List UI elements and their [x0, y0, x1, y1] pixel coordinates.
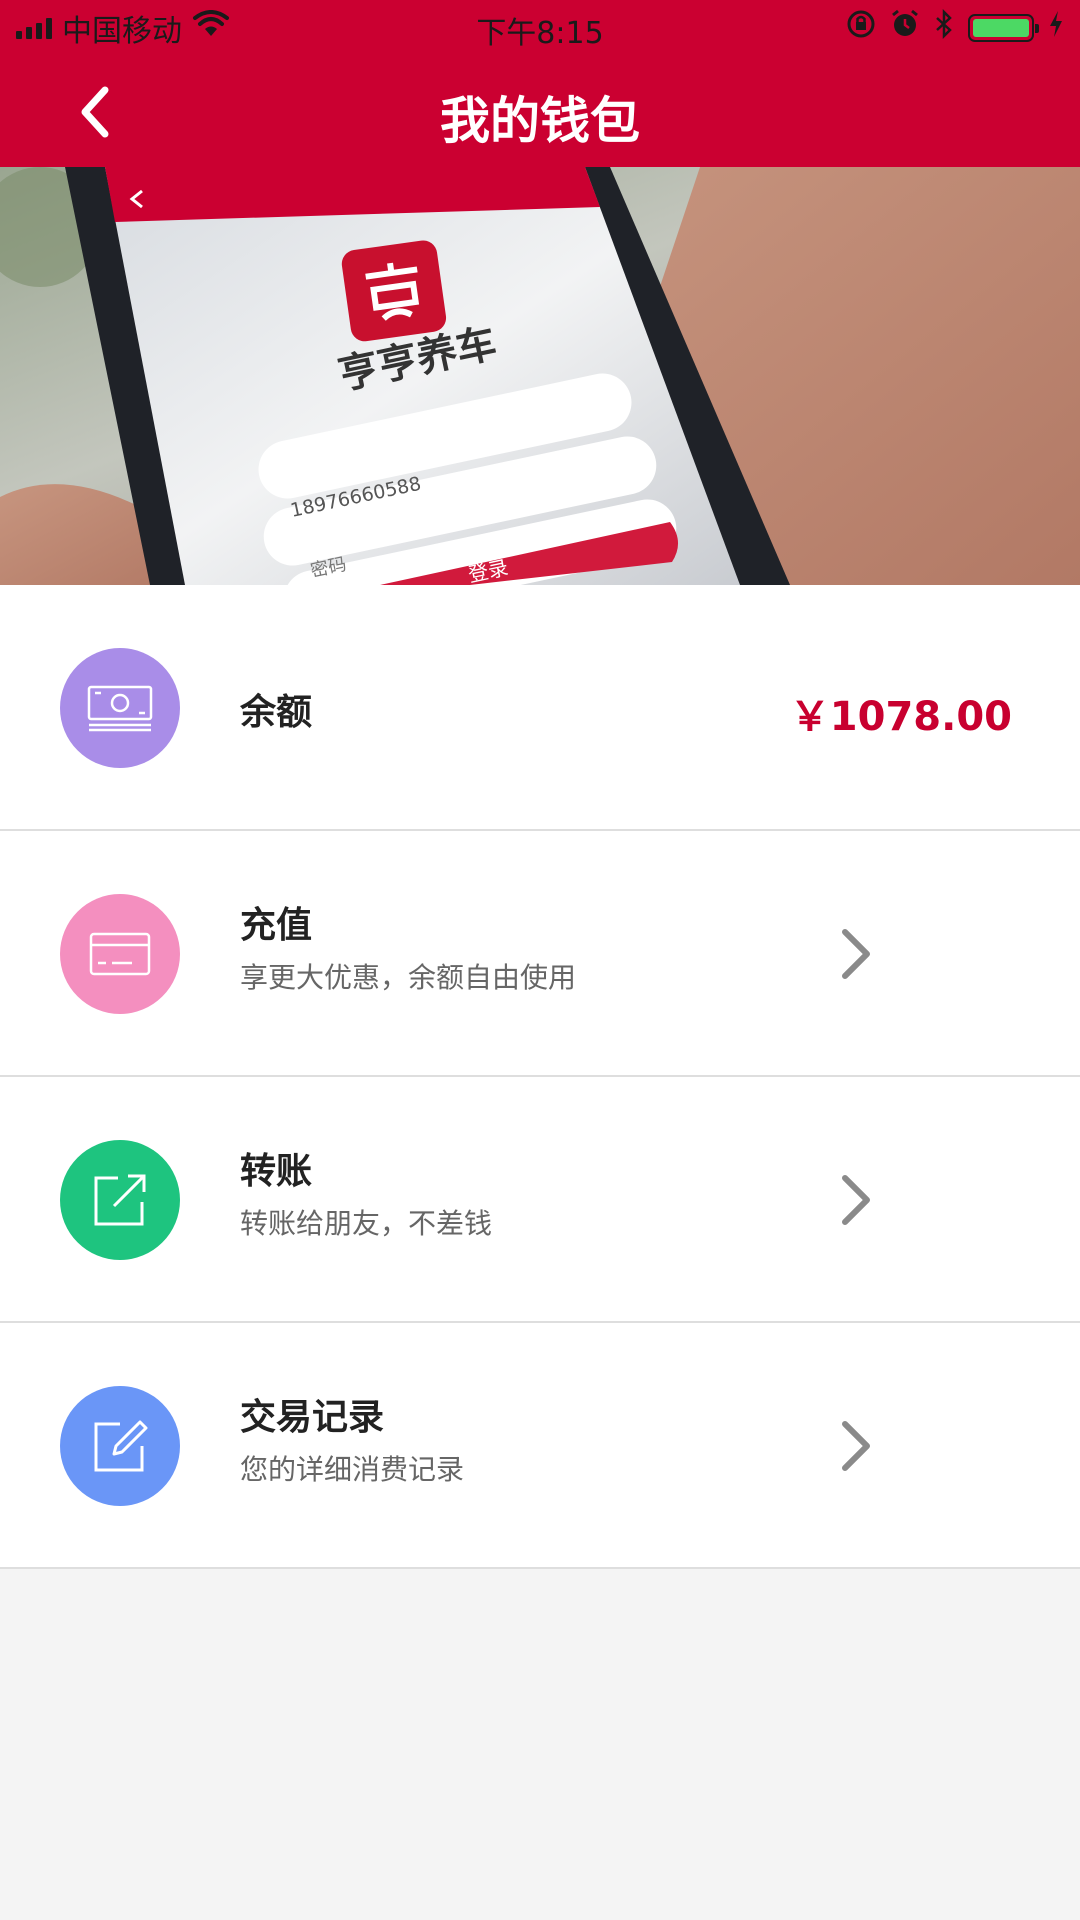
chevron-right-icon — [842, 1175, 870, 1225]
transfer-subtitle: 转账给朋友，不差钱 — [240, 1207, 493, 1240]
alarm-icon — [890, 9, 920, 47]
carrier-label: 中国移动 — [62, 13, 182, 49]
cash-icon — [60, 648, 180, 768]
battery-icon — [968, 13, 1039, 42]
chevron-right-icon — [842, 1421, 870, 1471]
wallet-list: 余额 ￥1078.00 充值 享更大优惠，余额自由使用 转账 转账给朋友，不差钱 — [0, 585, 1080, 1569]
status-bar: 中国移动 下午8:15 — [0, 0, 1080, 55]
transfer-row[interactable]: 转账 转账给朋友，不差钱 — [0, 1077, 1080, 1323]
recharge-row[interactable]: 充值 享更大优惠，余额自由使用 — [0, 831, 1080, 1077]
balance-label: 余额 — [240, 692, 313, 733]
wifi-icon — [192, 9, 230, 46]
transactions-row[interactable]: 交易记录 您的详细消费记录 — [0, 1323, 1080, 1569]
chevron-right-icon — [842, 929, 870, 979]
recharge-title: 充值 — [240, 905, 313, 946]
share-icon — [60, 1140, 180, 1260]
signal-icon — [16, 17, 52, 39]
battery-level — [973, 18, 1029, 37]
card-icon — [60, 894, 180, 1014]
orientation-lock-icon — [846, 9, 876, 47]
status-right — [846, 0, 1064, 55]
balance-amount: ￥1078.00 — [789, 694, 1012, 740]
promo-banner[interactable]: 亨亨养车 18976660588 密码 登录 — [0, 167, 1080, 585]
page-title: 我的钱包 — [440, 92, 640, 150]
transactions-subtitle: 您的详细消费记录 — [240, 1453, 465, 1486]
recharge-subtitle: 享更大优惠，余额自由使用 — [240, 961, 577, 994]
nav-bar: 我的钱包 — [0, 55, 1080, 167]
bluetooth-icon — [934, 8, 954, 47]
transfer-title: 转账 — [240, 1151, 313, 1192]
status-left: 中国移动 — [16, 0, 230, 55]
edit-icon — [60, 1386, 180, 1506]
transactions-title: 交易记录 — [240, 1397, 385, 1438]
balance-row: 余额 ￥1078.00 — [0, 585, 1080, 831]
charging-icon — [1048, 10, 1064, 46]
